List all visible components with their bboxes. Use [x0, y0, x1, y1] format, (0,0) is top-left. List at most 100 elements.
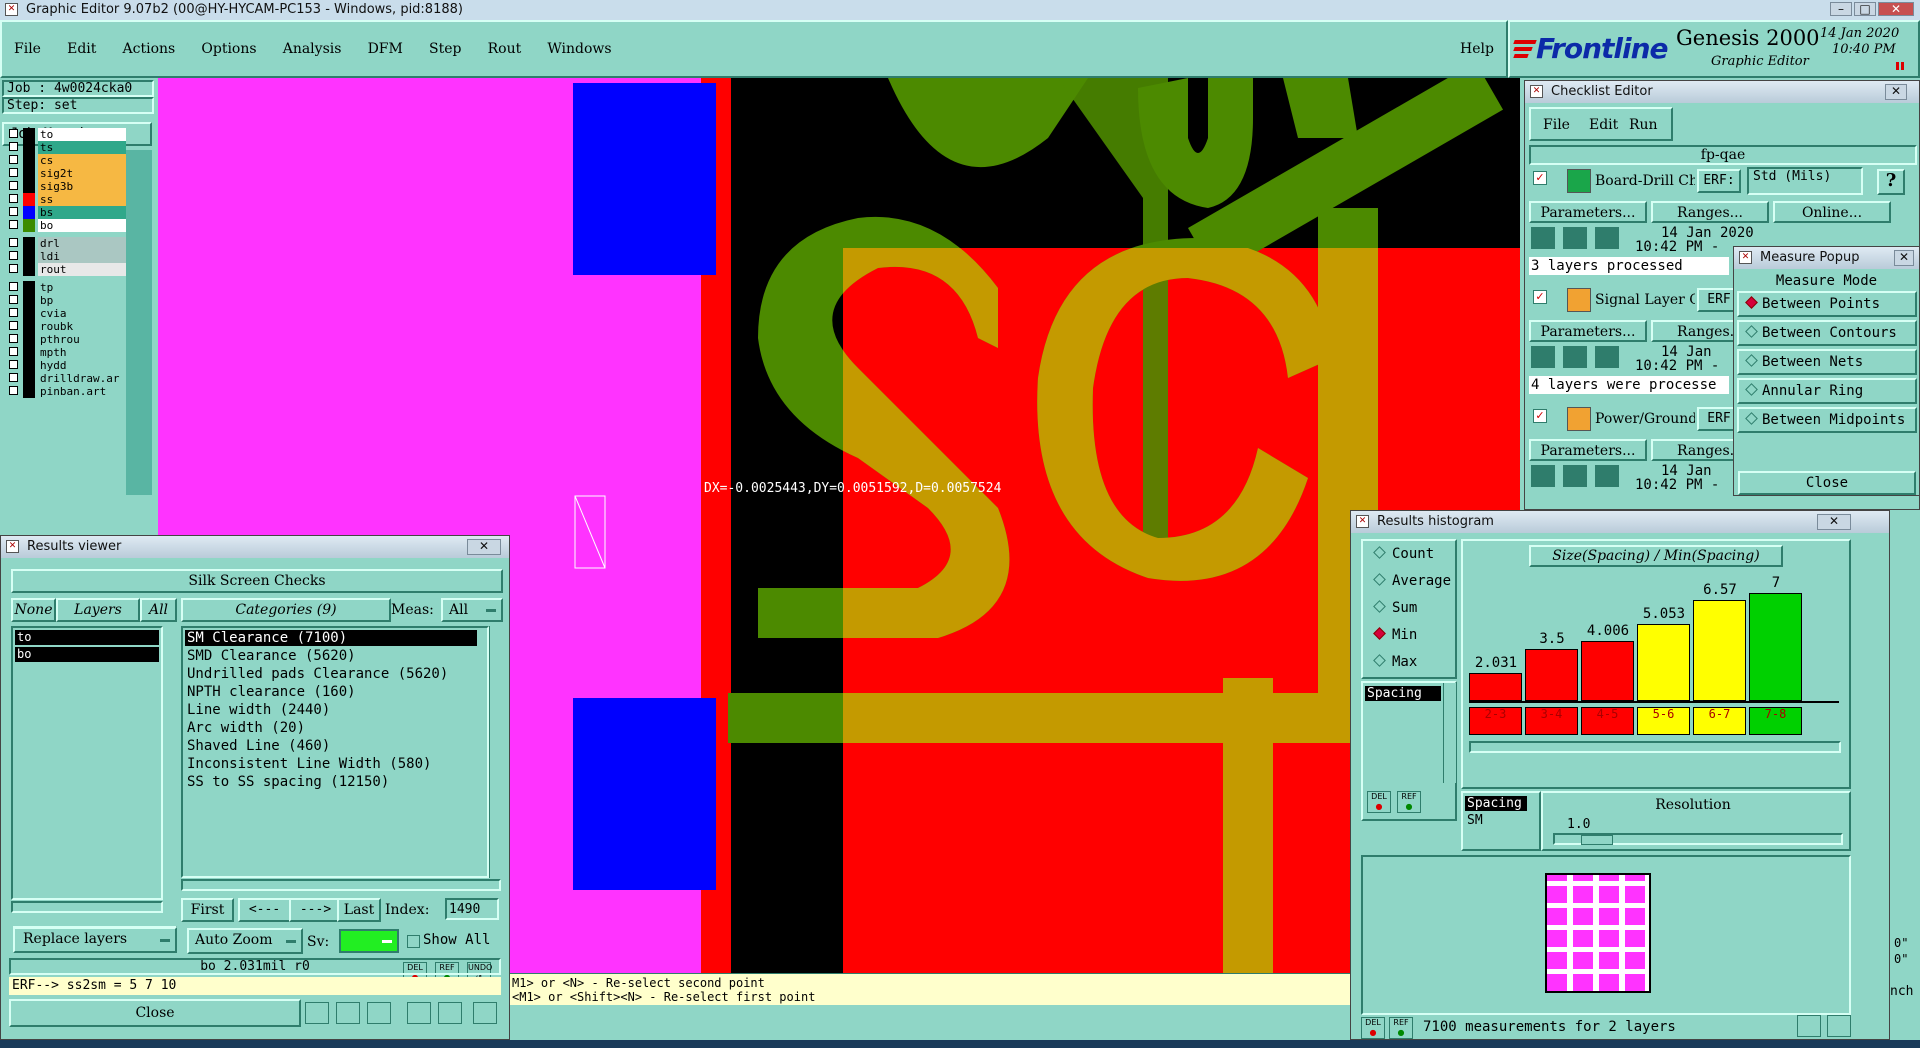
- stat-option[interactable]: Count: [1363, 541, 1455, 567]
- categories-vscroll[interactable]: [489, 626, 502, 878]
- replace-layers-button[interactable]: Replace layers: [13, 927, 177, 953]
- layer-row-tp[interactable]: tp: [6, 281, 126, 294]
- measure-mode-option[interactable]: Between Contours: [1737, 320, 1917, 346]
- measure-popup-titlebar[interactable]: ✕ Measure Popup ✕: [1734, 247, 1919, 269]
- tool-icon-2[interactable]: [336, 1002, 360, 1024]
- close-window-button[interactable]: ✕: [1878, 2, 1914, 16]
- layer-name[interactable]: hydd: [38, 359, 126, 372]
- check-parameters-button[interactable]: Parameters...: [1529, 320, 1647, 342]
- layer-row-drl[interactable]: drl: [6, 237, 126, 250]
- layer-results-list[interactable]: to bo: [11, 626, 163, 900]
- check-enabled-checkbox[interactable]: ✓: [1533, 409, 1547, 423]
- run-check-icon-3[interactable]: [1595, 346, 1619, 368]
- stat-option[interactable]: Average: [1363, 568, 1455, 594]
- bar-chart-icon[interactable]: [473, 1002, 497, 1024]
- layer-row-pinban-art[interactable]: pinban.art: [6, 385, 126, 398]
- run-check-icon-2[interactable]: [1563, 465, 1587, 487]
- measure-mode-option[interactable]: Between Nets: [1737, 349, 1917, 375]
- layer-checkbox[interactable]: [9, 360, 18, 369]
- run-check-icon[interactable]: [1531, 346, 1555, 368]
- category-item[interactable]: SMD Clearance (5620): [185, 648, 477, 664]
- layer-color-swatch[interactable]: [23, 372, 35, 385]
- results-viewer-titlebar[interactable]: ✕ Results viewer ✕: [1, 536, 509, 558]
- layer-name[interactable]: bp: [38, 294, 126, 307]
- histogram-titlebar[interactable]: ✕ Results histogram ✕: [1351, 511, 1889, 533]
- first-button[interactable]: First: [181, 898, 234, 922]
- menu-rout[interactable]: Rout: [488, 41, 522, 57]
- check-help-button[interactable]: ?: [1877, 169, 1905, 195]
- category-item[interactable]: Inconsistent Line Width (580): [185, 756, 477, 772]
- layer-color-swatch[interactable]: [23, 128, 35, 141]
- layer-name[interactable]: bo: [38, 219, 126, 232]
- layer-color-swatch[interactable]: [23, 307, 35, 320]
- category-item[interactable]: Line width (2440): [185, 702, 477, 718]
- checklist-menu-edit[interactable]: Edit: [1589, 117, 1618, 133]
- meas-select[interactable]: All: [441, 598, 503, 622]
- layer-name[interactable]: ss: [38, 193, 126, 206]
- histogram-bin[interactable]: 4-5: [1581, 707, 1634, 735]
- menu-dfm[interactable]: DFM: [368, 41, 403, 57]
- stat-option[interactable]: Min: [1363, 622, 1455, 648]
- maximize-button[interactable]: □: [1854, 2, 1876, 16]
- layer-color-swatch[interactable]: [23, 180, 35, 193]
- spacing-list-scroll[interactable]: [1443, 683, 1456, 783]
- tool-icon-1[interactable]: [305, 1002, 329, 1024]
- layer-checkbox[interactable]: [9, 251, 18, 260]
- layer-row-rout[interactable]: rout: [6, 263, 126, 276]
- layer-color-swatch[interactable]: [23, 141, 35, 154]
- layer-name[interactable]: pinban.art: [38, 385, 126, 398]
- layer-name[interactable]: drilldraw.ar: [38, 372, 126, 385]
- check-name[interactable]: Board-Drill Che: [1595, 173, 1695, 189]
- layer-checkbox[interactable]: [9, 194, 18, 203]
- check-online-button[interactable]: Online...: [1773, 201, 1891, 223]
- layer-color-swatch[interactable]: [23, 167, 35, 180]
- layer-checkbox[interactable]: [9, 386, 18, 395]
- category-item[interactable]: SS to SS spacing (12150): [185, 774, 477, 790]
- layer-row-pthrou[interactable]: pthrou: [6, 333, 126, 346]
- tool-icon-3[interactable]: [367, 1002, 391, 1024]
- layer-checkbox[interactable]: [9, 220, 18, 229]
- measure-mode-option[interactable]: Annular Ring: [1737, 378, 1917, 404]
- check-parameters-button[interactable]: Parameters...: [1529, 201, 1647, 223]
- run-check-icon-3[interactable]: [1595, 465, 1619, 487]
- category-item[interactable]: Arc width (20): [185, 720, 477, 736]
- check-parameters-button[interactable]: Parameters...: [1529, 439, 1647, 461]
- layer-row-drilldraw-ar[interactable]: drilldraw.ar: [6, 372, 126, 385]
- layer-checkbox[interactable]: [9, 129, 18, 138]
- categories-hscroll[interactable]: [181, 879, 501, 891]
- histogram-del-left[interactable]: DEL ●: [1367, 791, 1391, 813]
- all-layers-button[interactable]: All: [140, 598, 177, 622]
- layer-name[interactable]: to: [38, 128, 126, 141]
- menu-edit[interactable]: Edit: [67, 41, 96, 57]
- layer-checkbox[interactable]: [9, 181, 18, 190]
- checklist-menu-file[interactable]: File: [1543, 117, 1570, 133]
- histogram-ref-left[interactable]: REF ●: [1397, 791, 1421, 813]
- histogram-close[interactable]: ✕: [1817, 514, 1851, 530]
- check-enabled-checkbox[interactable]: ✓: [1533, 290, 1547, 304]
- histogram-bin[interactable]: 2-3: [1469, 707, 1522, 735]
- categories-list[interactable]: SM Clearance (7100) SMD Clearance (5620) U…: [181, 626, 489, 878]
- layer-color-swatch[interactable]: [23, 346, 35, 359]
- menu-analysis[interactable]: Analysis: [283, 41, 342, 57]
- measure-mode-option[interactable]: Between Points: [1737, 291, 1917, 317]
- resolution-slider[interactable]: [1553, 833, 1843, 845]
- histogram-bar[interactable]: [1749, 593, 1802, 701]
- layer-row-bp[interactable]: bp: [6, 294, 126, 307]
- menu-options[interactable]: Options: [201, 41, 256, 57]
- histogram-bar[interactable]: [1637, 624, 1690, 701]
- run-check-icon[interactable]: [1531, 465, 1555, 487]
- layer-color-swatch[interactable]: [23, 359, 35, 372]
- layer-name[interactable]: sig2t: [38, 167, 126, 180]
- menu-actions[interactable]: Actions: [123, 41, 176, 57]
- layer-checkbox[interactable]: [9, 264, 18, 273]
- layer-name[interactable]: ldi: [38, 250, 126, 263]
- layer-name[interactable]: tp: [38, 281, 126, 294]
- show-all-checkbox[interactable]: [407, 935, 420, 948]
- layer-row-ss[interactable]: ss: [6, 193, 126, 206]
- layer-checkbox[interactable]: [9, 334, 18, 343]
- checklist-close[interactable]: ✕: [1885, 84, 1907, 100]
- results-close-button[interactable]: Close: [9, 999, 301, 1027]
- layer-row-bs[interactable]: bs: [6, 206, 126, 219]
- layer-checkbox[interactable]: [9, 295, 18, 304]
- layer-color-swatch[interactable]: [23, 263, 35, 276]
